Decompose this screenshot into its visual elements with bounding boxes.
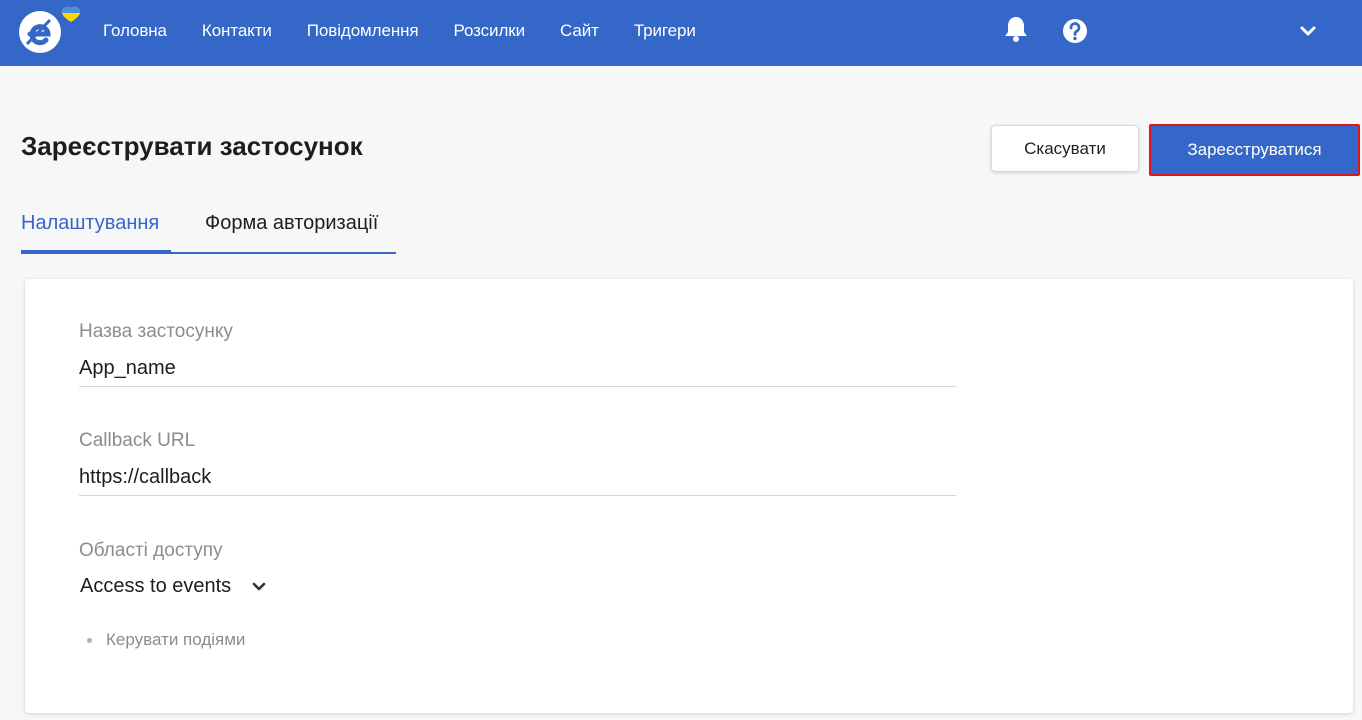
settings-card: Назва застосунку Callback URL Області до… [25, 279, 1353, 713]
list-item: Керувати подіями [87, 630, 245, 650]
scope-permissions-list: Керувати подіями [87, 630, 245, 650]
chevron-down-icon [252, 582, 266, 590]
bullet-dot [87, 637, 92, 643]
nav-item-triggers[interactable]: Тригери [634, 21, 696, 41]
register-button[interactable]: Зареєструватися [1149, 124, 1360, 176]
active-tab-indicator [21, 250, 171, 254]
tab-authorization-form[interactable]: Форма авторизації [205, 212, 378, 235]
esputnik-logo-icon[interactable] [18, 6, 84, 56]
scope-permission-label: Керувати подіями [106, 630, 246, 649]
access-scopes-selected: Access to events [80, 575, 232, 597]
callback-url-input[interactable] [79, 460, 956, 496]
nav-item-home[interactable]: Головна [103, 21, 167, 41]
chevron-down-icon[interactable] [1297, 22, 1319, 40]
access-scopes-label: Області доступу [79, 540, 223, 561]
access-scopes-select[interactable]: Access to events [80, 575, 267, 598]
page-title: Зареєструвати застосунок [21, 131, 363, 161]
app-name-input[interactable] [79, 351, 956, 387]
bell-icon[interactable] [1003, 15, 1029, 43]
top-navigation-bar: Головна Контакти Повідомлення Розсилки С… [0, 0, 1362, 66]
nav-item-messages[interactable]: Повідомлення [307, 21, 419, 41]
cancel-button[interactable]: Скасувати [991, 125, 1139, 172]
nav-item-site[interactable]: Сайт [560, 21, 599, 41]
callback-url-label: Callback URL [79, 430, 196, 451]
app-name-label: Назва застосунку [79, 321, 233, 342]
help-circle-icon[interactable] [1062, 18, 1088, 44]
tab-bar: Налаштування Форма авторизації [21, 208, 396, 254]
main-nav: Головна Контакти Повідомлення Розсилки С… [103, 0, 731, 62]
nav-item-contacts[interactable]: Контакти [202, 21, 272, 41]
nav-item-campaigns[interactable]: Розсилки [454, 21, 526, 41]
tab-settings[interactable]: Налаштування [21, 212, 159, 235]
